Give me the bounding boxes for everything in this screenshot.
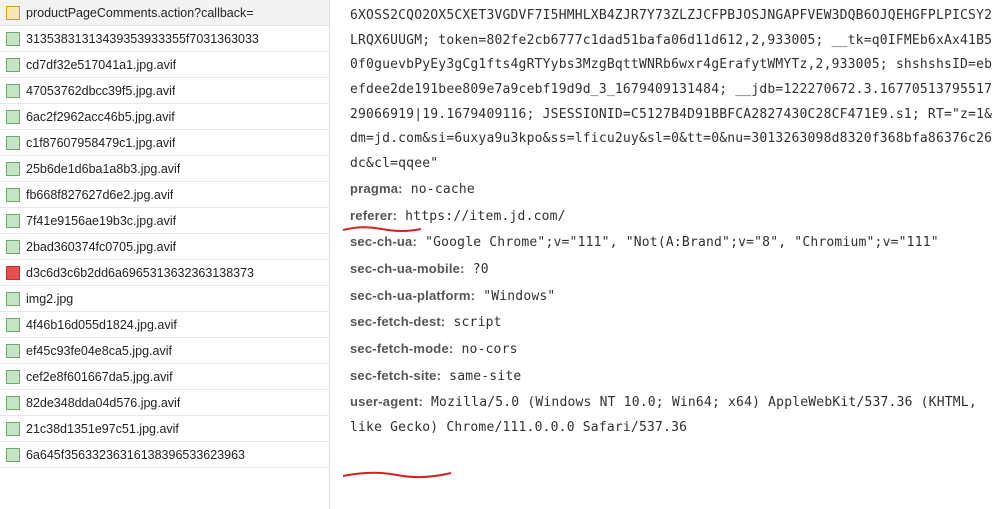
file-name-label: c1f87607958479c1.jpg.avif	[26, 136, 175, 150]
header-sec-ch-ua-key: sec-ch-ua:	[350, 234, 417, 249]
image-file-icon	[6, 214, 20, 228]
image-file-icon	[6, 292, 20, 306]
file-row[interactable]: cef2e8f601667da5.jpg.avif	[0, 364, 329, 390]
header-sec-fetch-dest-key: sec-fetch-dest:	[350, 314, 445, 329]
header-referer-value: https://item.jd.com/	[405, 209, 566, 224]
file-row[interactable]: productPageComments.action?callback=	[0, 0, 329, 26]
header-sec-ch-ua-mobile-key: sec-ch-ua-mobile:	[350, 261, 465, 276]
image-file-icon	[6, 448, 20, 462]
error-file-icon	[6, 266, 20, 280]
header-sec-fetch-dest-value: script	[454, 315, 502, 330]
file-row[interactable]: 82de348dda04d576.jpg.avif	[0, 390, 329, 416]
image-file-icon	[6, 32, 20, 46]
user-agent-underline-annotation	[342, 471, 452, 478]
file-name-label: 82de348dda04d576.jpg.avif	[26, 396, 180, 410]
file-name-label: 4f46b16d055d1824.jpg.avif	[26, 318, 177, 332]
file-row[interactable]: 4f46b16d055d1824.jpg.avif	[0, 312, 329, 338]
header-pragma-row: pragma: no-cache	[350, 177, 994, 203]
image-file-icon	[6, 370, 20, 384]
image-file-icon	[6, 84, 20, 98]
image-file-icon	[6, 318, 20, 332]
file-row[interactable]: fb668f827627d6e2.jpg.avif	[0, 182, 329, 208]
header-user-agent-value: Mozilla/5.0 (Windows NT 10.0; Win64; x64…	[350, 395, 977, 435]
header-referer-key: referer:	[350, 208, 397, 223]
image-file-icon	[6, 188, 20, 202]
header-sec-fetch-mode-key: sec-fetch-mode:	[350, 341, 453, 356]
file-name-label: 31353831313439353933355f7031363033	[26, 32, 259, 46]
header-sec-ch-ua-value: "Google Chrome";v="111", "Not(A:Brand";v…	[425, 235, 939, 250]
image-file-icon	[6, 136, 20, 150]
header-pragma-key: pragma:	[350, 181, 403, 196]
file-row[interactable]: d3c6d3c6b2dd6a6965313632363138373	[0, 260, 329, 286]
header-user-agent-key: user-agent:	[350, 394, 423, 409]
image-file-icon	[6, 344, 20, 358]
file-row[interactable]: 21c38d1351e97c51.jpg.avif	[0, 416, 329, 442]
file-row[interactable]: 47053762dbcc39f5.jpg.avif	[0, 78, 329, 104]
file-row[interactable]: 6a645f35633236316138396533623963	[0, 442, 329, 468]
file-name-label: ef45c93fe04e8ca5.jpg.avif	[26, 344, 172, 358]
image-file-icon	[6, 422, 20, 436]
image-file-icon	[6, 58, 20, 72]
image-file-icon	[6, 162, 20, 176]
image-file-icon	[6, 240, 20, 254]
file-name-label: 25b6de1d6ba1a8b3.jpg.avif	[26, 162, 180, 176]
header-pragma-value: no-cache	[411, 182, 475, 197]
file-name-label: 6ac2f2962acc46b5.jpg.avif	[26, 110, 175, 124]
header-sec-ch-ua-platform-key: sec-ch-ua-platform:	[350, 288, 475, 303]
header-sec-fetch-dest-row: sec-fetch-dest: script	[350, 310, 994, 336]
file-name-label: 47053762dbcc39f5.jpg.avif	[26, 84, 175, 98]
file-row[interactable]: ef45c93fe04e8ca5.jpg.avif	[0, 338, 329, 364]
file-name-label: fb668f827627d6e2.jpg.avif	[26, 188, 173, 202]
file-row[interactable]: cd7df32e517041a1.jpg.avif	[0, 52, 329, 78]
file-name-label: cef2e8f601667da5.jpg.avif	[26, 370, 173, 384]
header-sec-fetch-mode-value: no-cors	[461, 342, 517, 357]
header-sec-ch-ua-mobile-row: sec-ch-ua-mobile: ?0	[350, 257, 994, 283]
file-row[interactable]: 25b6de1d6ba1a8b3.jpg.avif	[0, 156, 329, 182]
header-sec-fetch-mode-row: sec-fetch-mode: no-cors	[350, 337, 994, 363]
header-sec-ch-ua-mobile-value: ?0	[473, 262, 489, 277]
header-user-agent-row: user-agent: Mozilla/5.0 (Windows NT 10.0…	[350, 390, 994, 440]
header-sec-fetch-site-row: sec-fetch-site: same-site	[350, 364, 994, 390]
file-name-label: 7f41e9156ae19b3c.jpg.avif	[26, 214, 176, 228]
file-row[interactable]: c1f87607958479c1.jpg.avif	[0, 130, 329, 156]
file-name-label: d3c6d3c6b2dd6a6965313632363138373	[26, 266, 254, 280]
file-row[interactable]: 31353831313439353933355f7031363033	[0, 26, 329, 52]
file-name-label: productPageComments.action?callback=	[26, 6, 254, 20]
file-row[interactable]: 7f41e9156ae19b3c.jpg.avif	[0, 208, 329, 234]
file-row[interactable]: img2.jpg	[0, 286, 329, 312]
header-sec-ch-ua-platform-row: sec-ch-ua-platform: "Windows"	[350, 284, 994, 310]
header-sec-ch-ua-platform-value: "Windows"	[483, 289, 555, 304]
file-name-label: 2bad360374fc0705.jpg.avif	[26, 240, 176, 254]
header-sec-ch-ua-row: sec-ch-ua: "Google Chrome";v="111", "Not…	[350, 230, 994, 256]
header-referer-row: referer: https://item.jd.com/	[350, 204, 994, 230]
file-name-label: cd7df32e517041a1.jpg.avif	[26, 58, 176, 72]
cookie-header-value: 6XOSS2CQO2OX5CXET3VGDVF7I5HMHLXB4ZJR7Y73…	[350, 4, 994, 177]
header-sec-fetch-site-value: same-site	[449, 369, 521, 384]
request-headers-panel: 6XOSS2CQO2OX5CXET3VGDVF7I5HMHLXB4ZJR7Y73…	[330, 0, 1006, 509]
image-file-icon	[6, 110, 20, 124]
header-sec-fetch-site-key: sec-fetch-site:	[350, 368, 441, 383]
network-file-list[interactable]: productPageComments.action?callback= 3135…	[0, 0, 330, 509]
file-name-label: 21c38d1351e97c51.jpg.avif	[26, 422, 179, 436]
file-name-label: 6a645f35633236316138396533623963	[26, 448, 245, 462]
file-name-label: img2.jpg	[26, 292, 73, 306]
file-row[interactable]: 2bad360374fc0705.jpg.avif	[0, 234, 329, 260]
script-file-icon	[6, 6, 20, 20]
image-file-icon	[6, 396, 20, 410]
file-row[interactable]: 6ac2f2962acc46b5.jpg.avif	[0, 104, 329, 130]
